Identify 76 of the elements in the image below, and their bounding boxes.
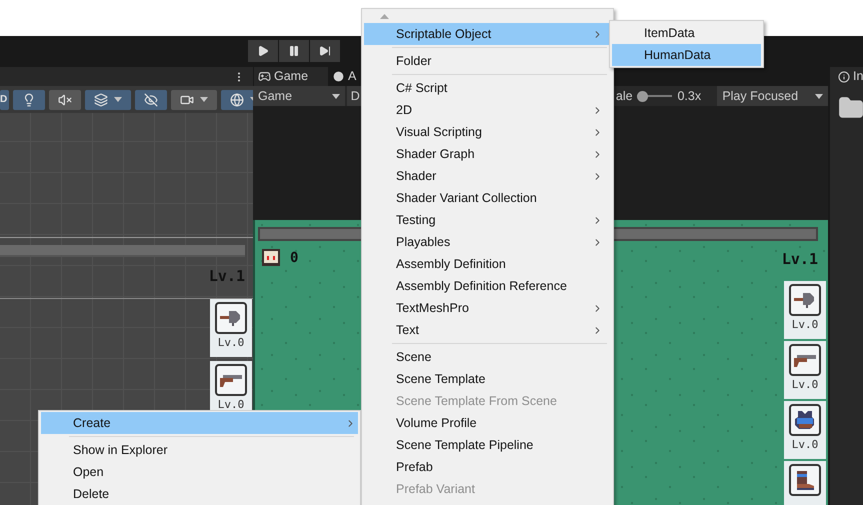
shovel-icon <box>219 309 243 327</box>
slider-thumb[interactable] <box>636 90 648 102</box>
step-button[interactable] <box>310 40 340 62</box>
caret-icon <box>200 97 208 102</box>
play-button[interactable] <box>248 40 278 62</box>
speaker-mute-icon <box>58 92 72 106</box>
menu-item[interactable]: C# Script <box>364 77 611 99</box>
menu-item[interactable]: Shader <box>364 165 611 187</box>
item-level: Lv.0 <box>792 377 818 393</box>
scene-tool-button[interactable] <box>49 90 82 110</box>
level-label: Lv.1 <box>208 266 245 287</box>
item-level: Lv.0 <box>792 317 818 333</box>
step-icon <box>319 45 331 57</box>
caret-icon <box>814 94 823 98</box>
scale-slider[interactable] <box>636 90 672 102</box>
menu-item[interactable]: Folder <box>364 50 611 72</box>
play-icon <box>257 45 269 57</box>
menu-item[interactable]: Open <box>41 461 358 483</box>
scene-tool-button[interactable] <box>13 90 46 110</box>
scale-reading: 0.3x <box>677 88 702 105</box>
play-mode-dropdown[interactable]: Play Focused <box>717 86 828 106</box>
menu-item[interactable]: ItemData <box>612 22 761 44</box>
folder-icon <box>838 95 863 121</box>
scene-tool-button[interactable] <box>135 90 168 110</box>
gun-icon <box>793 352 817 368</box>
caret-icon <box>114 97 122 102</box>
item-level: Lv.0 <box>218 397 244 413</box>
scene-tool-button[interactable]: D <box>0 90 10 110</box>
item-slot[interactable]: Lv.0 <box>784 341 826 399</box>
menu-item[interactable]: Show in Explorer <box>41 439 358 461</box>
menu-item[interactable]: Assembly Definition Reference <box>364 275 611 297</box>
skull-icon <box>261 248 281 268</box>
item-slot[interactable]: Lv.0 <box>210 299 252 357</box>
menu-item[interactable]: Scene Template Pipeline <box>364 434 611 456</box>
menu-item[interactable]: 2D <box>364 99 611 121</box>
menu-item[interactable]: Shader Variant Collection <box>364 187 611 209</box>
menu-item[interactable]: Scene <box>364 346 611 368</box>
menu-item[interactable]: Shader Graph <box>364 143 611 165</box>
scale-label: ale <box>616 88 633 105</box>
eye-slash-icon <box>144 92 158 106</box>
item-level: Lv.0 <box>218 335 244 351</box>
pause-button[interactable] <box>279 40 309 62</box>
shovel-icon <box>793 291 817 309</box>
score-value: 0 <box>290 249 298 268</box>
menu-item[interactable]: HumanData <box>612 44 761 66</box>
item-slot[interactable] <box>784 461 826 505</box>
level-label: Lv.1 <box>782 249 818 270</box>
item-level: Lv.0 <box>792 437 818 453</box>
caret-icon <box>332 94 340 98</box>
menu-item[interactable]: Scene Template <box>364 368 611 390</box>
menu-item[interactable]: Delete <box>41 483 358 505</box>
gamepad-icon <box>258 70 271 83</box>
item-slot[interactable]: Lv.0 <box>784 401 826 459</box>
menu-item[interactable]: Create <box>41 412 358 434</box>
panel-tab[interactable]: In <box>830 67 863 86</box>
panel-tab[interactable]: Game <box>254 67 328 86</box>
globe-icon <box>230 92 244 106</box>
boot-icon <box>794 469 816 491</box>
menu-item[interactable]: Text <box>364 319 611 341</box>
gun-icon <box>219 372 243 388</box>
menu-item[interactable]: Scriptable Object <box>364 23 611 45</box>
menu-item[interactable]: Prefab <box>364 456 611 478</box>
pause-icon <box>288 45 300 57</box>
menu-item[interactable]: Testing <box>364 209 611 231</box>
scene-tool-button[interactable] <box>171 90 218 110</box>
display-dropdown[interactable]: Game <box>253 86 345 106</box>
armor-icon <box>794 410 816 430</box>
scene-tool-button[interactable] <box>85 90 132 110</box>
menu-item[interactable]: Visual Scripting <box>364 121 611 143</box>
menu-item[interactable]: TextMeshPro <box>364 297 611 319</box>
menu-item[interactable]: Assembly Definition <box>364 253 611 275</box>
item-slot[interactable]: Lv.0 <box>784 281 826 339</box>
menu-item[interactable]: Volume Profile <box>364 412 611 434</box>
info-icon <box>838 70 850 82</box>
menu-item[interactable]: Playables <box>364 231 611 253</box>
layers-icon <box>94 92 108 106</box>
